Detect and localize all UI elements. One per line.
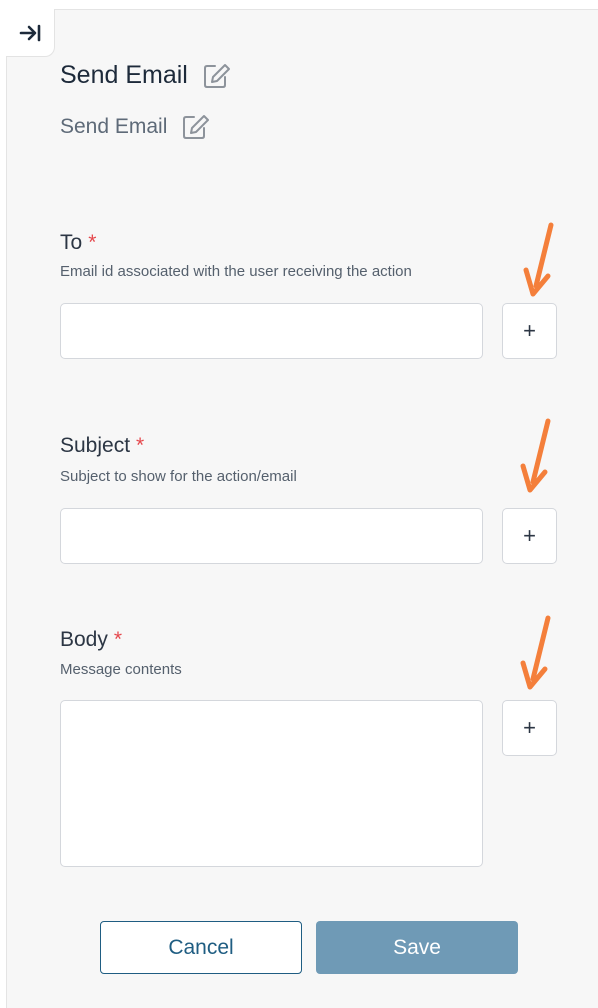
subject-label: Subject * [60,434,144,458]
to-input[interactable] [60,303,483,359]
subject-help-text: Subject to show for the action/email [60,468,297,485]
plus-icon: + [523,318,536,343]
required-marker: * [88,231,97,254]
subtitle-row: Send Email [60,113,211,140]
to-add-button[interactable]: + [502,303,557,359]
body-help-text: Message contents [60,661,182,678]
plus-icon: + [523,715,536,740]
required-marker: * [136,434,145,457]
subject-add-button[interactable]: + [502,508,557,564]
subject-input[interactable] [60,508,483,564]
edit-title-icon[interactable] [202,62,232,89]
to-help-text: Email id associated with the user receiv… [60,263,412,280]
pencil-square-icon [183,115,210,139]
plus-icon: + [523,523,536,548]
pencil-square-icon [203,64,230,88]
title-row: Send Email [60,61,232,90]
edit-subtitle-icon[interactable] [181,113,211,140]
arrow-right-to-bar-icon [19,24,41,41]
cancel-button[interactable]: Cancel [100,921,302,974]
required-marker: * [113,628,123,651]
to-label: To * [60,231,96,255]
body-label: Body * [60,628,122,652]
body-textarea[interactable] [60,700,483,867]
page-subtitle: Send Email [60,114,168,138]
page-title: Send Email [60,61,188,89]
subject-label-text: Subject [60,434,131,457]
body-label-text: Body [60,628,108,651]
body-add-button[interactable]: + [502,700,557,756]
to-label-text: To [60,231,83,254]
save-button[interactable]: Save [316,921,518,974]
collapse-panel-button[interactable] [6,9,55,57]
